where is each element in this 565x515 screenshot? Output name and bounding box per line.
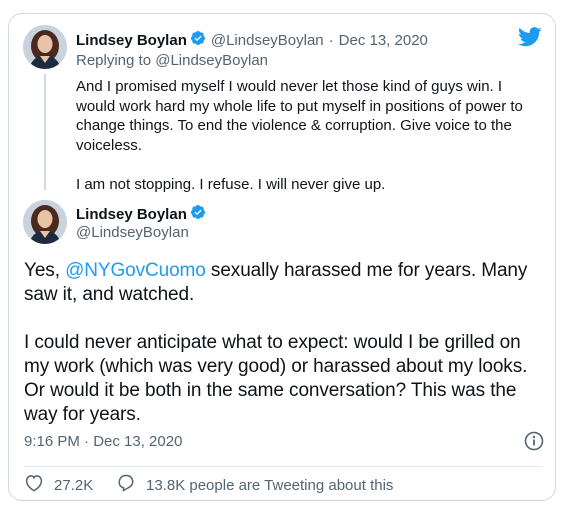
verified-badge-icon (190, 204, 206, 225)
reply-tweet-header: Lindsey Boylan @LindseyBoylan · Dec 13, … (76, 30, 428, 51)
thread-connector-line (44, 74, 46, 190)
author-name[interactable]: Lindsey Boylan (76, 32, 187, 49)
main-paragraph: I could never anticipate what to expect:… (24, 332, 528, 425)
tweet-timestamp[interactable]: 9:16 PM · Dec 13, 2020 (24, 433, 182, 450)
like-count: 27.2K (54, 476, 94, 494)
avatar[interactable] (23, 25, 67, 69)
author-handle[interactable]: @LindseyBoylan (76, 224, 189, 241)
divider (24, 466, 542, 467)
text-fragment: Yes, (24, 260, 66, 281)
replying-to-line: Replying to @LindseyBoylan (76, 52, 268, 69)
info-icon[interactable] (524, 431, 544, 456)
tweeting-about-text: 13.8K people are Tweeting about this (146, 476, 394, 494)
like-button[interactable]: 27.2K (24, 473, 93, 497)
tweet-date[interactable]: Dec 13, 2020 (339, 32, 428, 49)
avatar[interactable] (23, 200, 67, 244)
author-name[interactable]: Lindsey Boylan (76, 206, 187, 223)
mention-link[interactable]: @NYGovCuomo (65, 260, 206, 281)
replying-prefix: Replying to (76, 52, 152, 69)
main-paragraph: Yes, @NYGovCuomo sexually harassed me fo… (24, 259, 534, 307)
verified-badge-icon (190, 30, 206, 51)
reply-paragraph: I am not stopping. I refuse. I will neve… (76, 175, 386, 193)
main-tweet-body: Yes, @NYGovCuomo sexually harassed me fo… (24, 259, 534, 427)
reply-paragraph: And I promised myself I would never let … (76, 78, 523, 154)
reply-tweet-body: And I promised myself I would never let … (76, 77, 526, 194)
separator-dot: · (328, 32, 334, 49)
heart-icon (24, 473, 54, 497)
reply-bubble-icon (116, 473, 146, 497)
tweeting-about-link[interactable]: 13.8K people are Tweeting about this (116, 473, 393, 497)
author-handle[interactable]: @LindseyBoylan (211, 32, 324, 49)
main-tweet-header: Lindsey Boylan (76, 204, 206, 225)
tweet-embed-card: Lindsey Boylan @LindseyBoylan · Dec 13, … (8, 13, 556, 501)
twitter-bird-icon[interactable] (518, 27, 542, 52)
replying-handle-link[interactable]: @LindseyBoylan (155, 52, 268, 69)
